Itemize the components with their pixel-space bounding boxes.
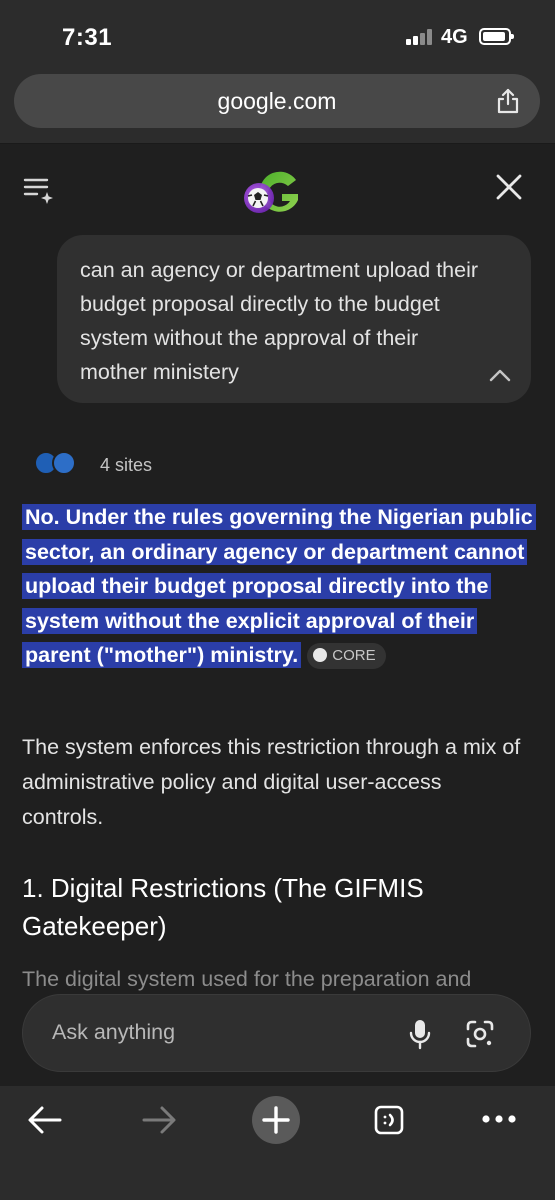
lens-icon[interactable] [464,1018,496,1050]
page: 7:31 4G google.com can an agency or depa… [0,0,555,1200]
url-text: google.com [217,88,337,114]
close-icon[interactable] [494,172,524,202]
mic-icon[interactable] [408,1018,432,1050]
more-icon[interactable] [481,1114,517,1124]
status-bar: 7:31 4G [0,0,555,70]
chevron-up-icon[interactable] [487,365,513,385]
citation-chip[interactable]: CORE [307,643,386,669]
signal-icon [406,29,434,45]
user-query-bubble: can an agency or department upload their… [57,235,531,403]
answer-paragraph: The system enforces this restriction thr… [22,735,521,829]
user-query-text: can an agency or department upload their… [80,258,479,384]
sources-count: 4 sites [100,455,153,475]
share-icon[interactable] [494,87,522,115]
new-tab-button[interactable] [252,1096,300,1144]
network-type: 4G [441,26,468,48]
ask-input[interactable]: Ask anything [22,994,531,1072]
site-favicon-icon [52,451,76,475]
status-time: 7:31 [62,24,113,51]
battery-icon [479,28,514,45]
highlighted-answer-text: No. Under the rules governing the Nigeri… [22,504,536,668]
citation-label: CORE [332,647,376,664]
answer-summary: No. Under the rules governing the Nigeri… [22,500,537,673]
tabs-icon[interactable] [373,1103,405,1137]
plus-icon [262,1106,290,1134]
browser-toolbar [0,1086,555,1200]
ask-input-placeholder: Ask anything [52,1020,176,1044]
browser-top-bar: google.com [0,70,555,144]
section-heading: 1. Digital Restrictions (The GIFMIS Gate… [22,873,424,941]
gemini-logo [244,171,298,213]
forward-icon[interactable] [140,1104,178,1136]
source-icon [313,648,328,662]
menu-icon[interactable] [22,172,56,206]
back-icon[interactable] [26,1104,64,1136]
address-bar[interactable]: google.com [14,74,540,128]
answer-paragraph-continued: The digital system used for the preparat… [22,967,472,991]
